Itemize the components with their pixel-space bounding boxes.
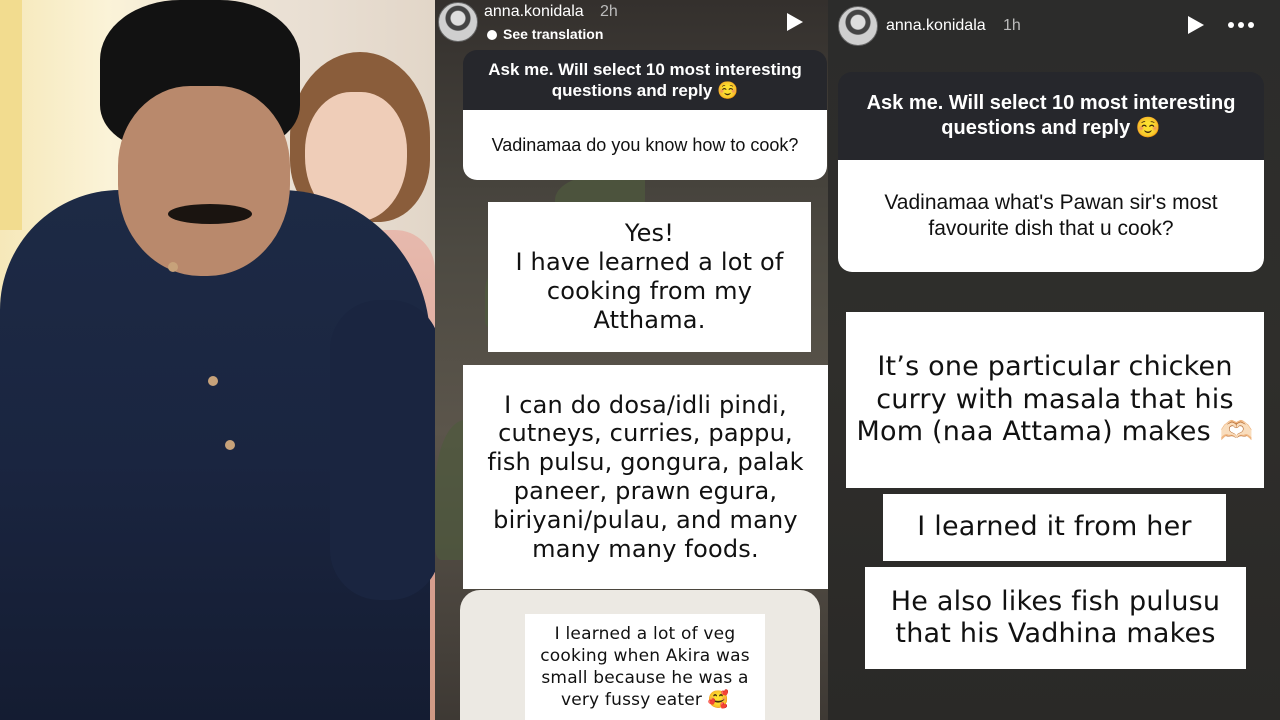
question-prompt: Ask me. Will select 10 most interesting … xyxy=(838,72,1264,160)
see-translation-link[interactable]: See translation xyxy=(487,26,603,42)
question-sticker: Ask me. Will select 10 most interesting … xyxy=(463,50,827,180)
kurta-button xyxy=(225,440,235,450)
man-mustache xyxy=(168,204,252,224)
reply-text: I learned it from her xyxy=(883,494,1226,561)
question-sticker: Ask me. Will select 10 most interesting … xyxy=(838,72,1264,272)
post-time: 1h xyxy=(1003,17,1021,34)
username[interactable]: anna.konidala xyxy=(484,3,584,21)
kurta-button xyxy=(208,376,218,386)
reply-text: I learned a lot of veg cooking when Akir… xyxy=(525,614,765,720)
question-prompt: Ask me. Will select 10 most interesting … xyxy=(463,50,827,110)
username[interactable]: anna.konidala xyxy=(886,17,986,35)
story-header: anna.konidala 2h See translation xyxy=(435,0,828,50)
post-time: 2h xyxy=(600,3,618,20)
see-translation-label: See translation xyxy=(503,26,604,42)
question-text: Vadinamaa what's Pawan sir's most favour… xyxy=(838,160,1264,272)
avatar[interactable] xyxy=(838,6,878,46)
reply-text: I can do dosa/idli pindi, cutneys, curri… xyxy=(463,365,828,589)
reply-text: He also likes fish pulusu that his Vadhi… xyxy=(865,567,1246,669)
avatar[interactable] xyxy=(438,2,478,42)
story-header: anna.konidala 1h xyxy=(828,0,1280,50)
reply-text: It’s one particular chicken curry with m… xyxy=(846,312,1264,488)
globe-icon xyxy=(487,30,497,40)
play-icon[interactable] xyxy=(787,13,803,31)
news-photo xyxy=(0,0,435,720)
question-text: Vadinamaa do you know how to cook? xyxy=(463,110,827,180)
kurta-button xyxy=(168,262,178,272)
wall-background xyxy=(0,0,22,230)
man-face xyxy=(118,86,290,276)
reply-text: Yes! I have learned a lot of cooking fro… xyxy=(488,202,811,352)
man-arm xyxy=(330,300,435,600)
play-icon[interactable] xyxy=(1188,16,1204,34)
more-options-icon[interactable] xyxy=(1228,22,1254,28)
